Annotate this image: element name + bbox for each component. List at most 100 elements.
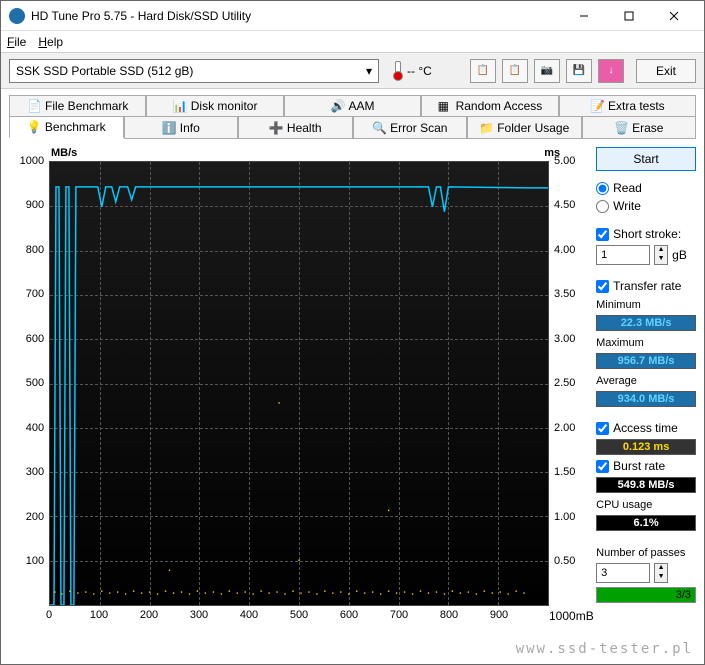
y2tick: 3.50 bbox=[554, 288, 575, 300]
exit-button[interactable]: Exit bbox=[636, 59, 696, 83]
y2tick: 2.00 bbox=[554, 422, 575, 434]
device-select[interactable]: SSK SSD Portable SSD (512 gB) ▾ bbox=[9, 59, 379, 83]
chart-area: MB/s ms 1000 900 800 700 600 500 400 300… bbox=[9, 147, 588, 637]
health-icon: ➕ bbox=[269, 121, 283, 135]
window-title: HD Tune Pro 5.75 - Hard Disk/SSD Utility bbox=[31, 9, 561, 23]
start-button[interactable]: Start bbox=[596, 147, 696, 171]
ytick: 500 bbox=[26, 377, 44, 389]
tab-benchmark[interactable]: 💡Benchmark bbox=[9, 116, 124, 138]
xtick: 0 bbox=[46, 609, 52, 621]
tab-folder-usage[interactable]: 📁Folder Usage bbox=[467, 117, 582, 139]
watermark: www.ssd-tester.pl bbox=[516, 641, 693, 657]
menubar: File Help bbox=[1, 31, 704, 53]
screenshot-button[interactable]: 📷 bbox=[534, 59, 560, 83]
tab-error-scan[interactable]: 🔍Error Scan bbox=[353, 117, 468, 139]
temperature-value: -- °C bbox=[407, 64, 432, 78]
xtick: 200 bbox=[140, 609, 158, 621]
error-scan-icon: 🔍 bbox=[372, 121, 386, 135]
tab-file-benchmark[interactable]: 📄File Benchmark bbox=[9, 95, 146, 117]
benchmark-content: MB/s ms 1000 900 800 700 600 500 400 300… bbox=[1, 139, 704, 645]
average-value: 934.0 MB/s bbox=[596, 391, 696, 407]
ytick: 200 bbox=[26, 511, 44, 523]
random-access-icon: ▦ bbox=[438, 99, 452, 113]
y2tick: 5.00 bbox=[554, 155, 575, 167]
ytick: 400 bbox=[26, 422, 44, 434]
ytick: 300 bbox=[26, 466, 44, 478]
temperature: -- °C bbox=[391, 61, 432, 81]
close-button[interactable] bbox=[651, 1, 696, 30]
aam-icon: 🔊 bbox=[331, 99, 345, 113]
tabs: 📄File Benchmark 📊Disk monitor 🔊AAM ▦Rand… bbox=[1, 89, 704, 139]
tab-extra-tests[interactable]: 📝Extra tests bbox=[559, 95, 696, 117]
xtick-last: 1000mB bbox=[549, 609, 594, 623]
xtick: 500 bbox=[290, 609, 308, 621]
y2tick: 1.50 bbox=[554, 466, 575, 478]
info-icon: ℹ️ bbox=[162, 121, 176, 135]
folder-usage-icon: 📁 bbox=[479, 121, 493, 135]
burst-rate-check[interactable]: Burst rate bbox=[596, 459, 696, 473]
tab-aam[interactable]: 🔊AAM bbox=[284, 95, 421, 117]
write-radio[interactable]: Write bbox=[596, 199, 696, 213]
maximum-value: 956.7 MB/s bbox=[596, 353, 696, 369]
xtick: 900 bbox=[490, 609, 508, 621]
short-stroke-unit: gB bbox=[672, 248, 687, 262]
ytick: 1000 bbox=[20, 155, 44, 167]
xtick: 600 bbox=[340, 609, 358, 621]
y2tick: 2.50 bbox=[554, 377, 575, 389]
menu-help[interactable]: Help bbox=[38, 35, 63, 49]
passes-input[interactable] bbox=[596, 563, 650, 583]
maximum-label: Maximum bbox=[596, 337, 696, 349]
device-select-text: SSK SSD Portable SSD (512 gB) bbox=[16, 64, 193, 78]
passes-spin[interactable]: ▲▼ bbox=[654, 563, 668, 583]
passes-progress-text: 3/3 bbox=[676, 588, 691, 602]
access-time-check[interactable]: Access time bbox=[596, 421, 696, 435]
chart-canvas bbox=[49, 161, 549, 606]
tab-random-access[interactable]: ▦Random Access bbox=[421, 95, 558, 117]
cpu-usage-label: CPU usage bbox=[596, 499, 696, 511]
read-radio[interactable]: Read bbox=[596, 181, 696, 195]
tab-health[interactable]: ➕Health bbox=[238, 117, 353, 139]
y2tick: 3.00 bbox=[554, 333, 575, 345]
short-stroke-check[interactable]: Short stroke: bbox=[596, 227, 696, 241]
passes-progress: 3/3 bbox=[596, 587, 696, 603]
cpu-usage-value: 6.1% bbox=[596, 515, 696, 531]
chevron-down-icon: ▾ bbox=[366, 64, 372, 78]
xtick: 800 bbox=[440, 609, 458, 621]
access-time-scatter bbox=[50, 162, 548, 605]
tab-erase[interactable]: 🗑️Erase bbox=[582, 117, 697, 139]
y2tick: 1.00 bbox=[554, 511, 575, 523]
passes-label: Number of passes bbox=[596, 547, 696, 559]
minimum-label: Minimum bbox=[596, 299, 696, 311]
thermometer-icon bbox=[391, 61, 403, 81]
average-label: Average bbox=[596, 375, 696, 387]
transfer-rate-check[interactable]: Transfer rate bbox=[596, 279, 696, 293]
save-button[interactable]: 💾 bbox=[566, 59, 592, 83]
ytick: 100 bbox=[26, 555, 44, 567]
ytick: 700 bbox=[26, 288, 44, 300]
minimum-value: 22.3 MB/s bbox=[596, 315, 696, 331]
options-button[interactable]: ↓ bbox=[598, 59, 624, 83]
short-stroke-spin[interactable]: ▲▼ bbox=[654, 245, 668, 265]
y2tick: 4.00 bbox=[554, 244, 575, 256]
file-benchmark-icon: 📄 bbox=[27, 99, 41, 113]
y2tick: 0.50 bbox=[554, 555, 575, 567]
maximize-button[interactable] bbox=[606, 1, 651, 30]
ytick: 800 bbox=[26, 244, 44, 256]
tab-disk-monitor[interactable]: 📊Disk monitor bbox=[146, 95, 283, 117]
xtick: 300 bbox=[190, 609, 208, 621]
y-left-label: MB/s bbox=[51, 147, 77, 159]
copy-info-button[interactable]: 📋 bbox=[470, 59, 496, 83]
copy-screenshot-button[interactable]: 📋 bbox=[502, 59, 528, 83]
xtick: 400 bbox=[240, 609, 258, 621]
menu-file[interactable]: File bbox=[7, 35, 26, 49]
short-stroke-input[interactable] bbox=[596, 245, 650, 265]
minimize-button[interactable] bbox=[561, 1, 606, 30]
access-time-value: 0.123 ms bbox=[596, 439, 696, 455]
benchmark-icon: 💡 bbox=[27, 120, 41, 134]
tab-info[interactable]: ℹ️Info bbox=[124, 117, 239, 139]
toolbar: SSK SSD Portable SSD (512 gB) ▾ -- °C 📋 … bbox=[1, 53, 704, 89]
erase-icon: 🗑️ bbox=[614, 121, 628, 135]
titlebar: HD Tune Pro 5.75 - Hard Disk/SSD Utility bbox=[1, 1, 704, 31]
ytick: 900 bbox=[26, 199, 44, 211]
y2tick: 4.50 bbox=[554, 199, 575, 211]
